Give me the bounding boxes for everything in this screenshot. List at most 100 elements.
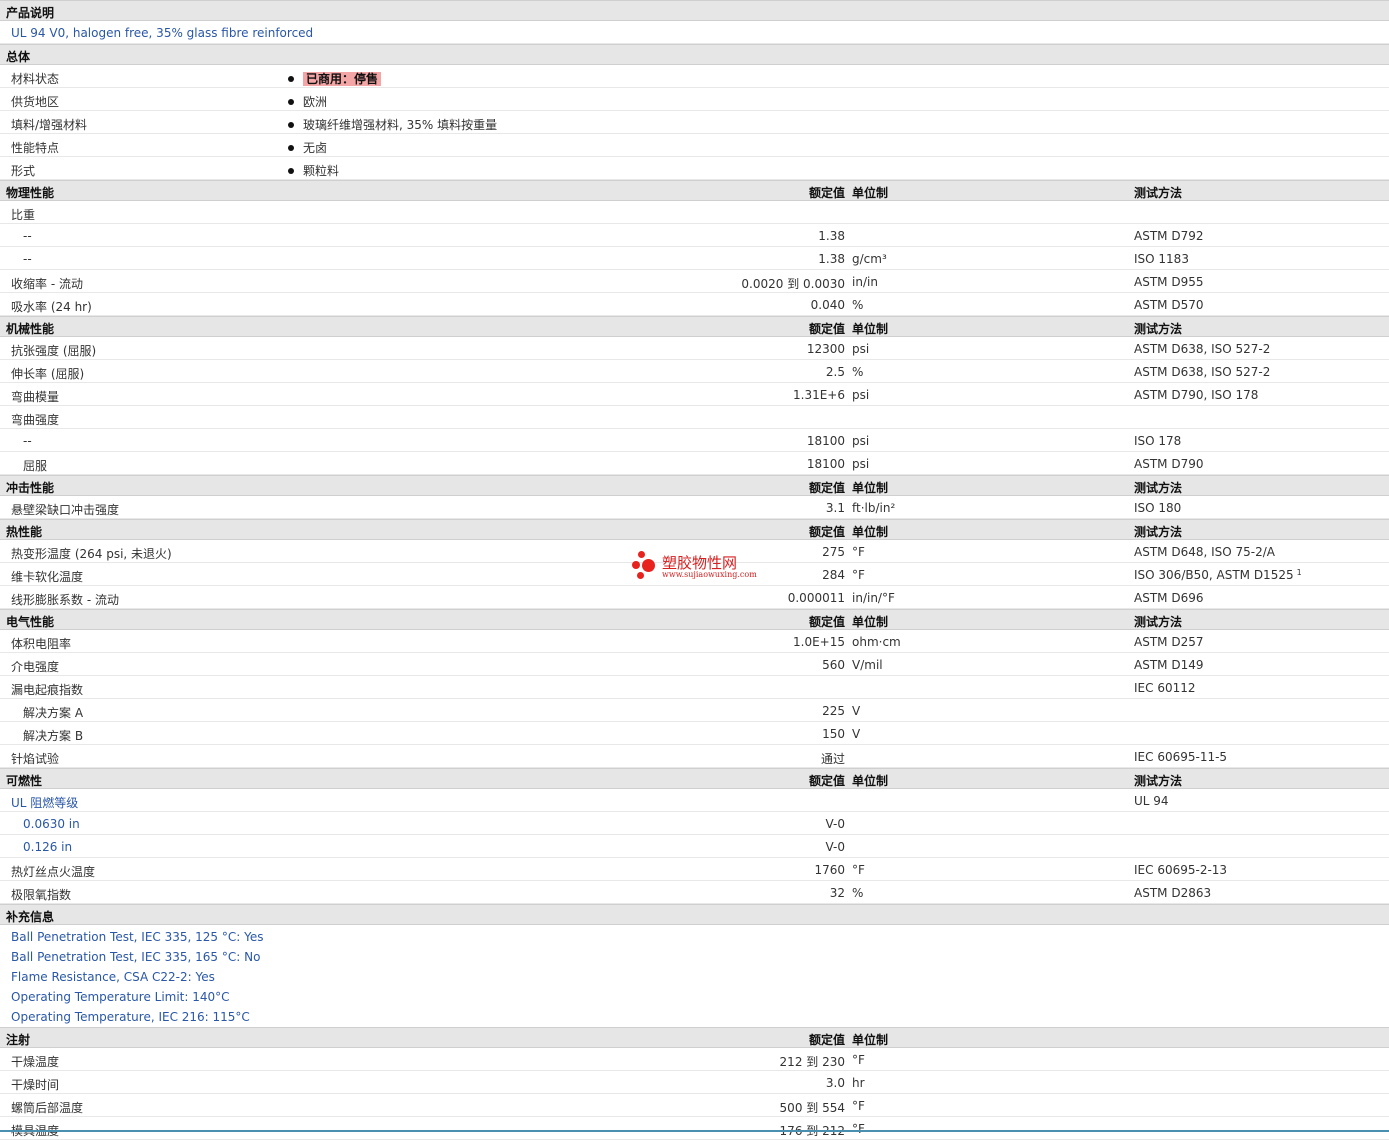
thickness-link[interactable]: 0.0630 in bbox=[23, 817, 80, 831]
column-header-method: 测试方法 bbox=[1134, 615, 1183, 629]
row-value: 无卤 bbox=[303, 141, 328, 155]
column-header-unit: 单位制 bbox=[852, 322, 889, 336]
note-text: Ball Penetration Test, IEC 335, 165 °C: … bbox=[11, 950, 261, 964]
property-row: 干燥时间 3.0 hr bbox=[0, 1071, 1389, 1094]
row-value: 0.040 bbox=[810, 298, 845, 312]
row-method: ISO 178 bbox=[1134, 434, 1182, 448]
row-unit: psi bbox=[852, 434, 870, 448]
note-text: Operating Temperature, IEC 216: 115°C bbox=[11, 1010, 250, 1024]
row-value: 500 到 554 bbox=[779, 1101, 845, 1115]
row-label: 供货地区 bbox=[11, 95, 60, 109]
row-method: IEC 60695-11-5 bbox=[1134, 750, 1228, 764]
watermark-logo: 塑胶物性网 www.sujiaowuxing.com bbox=[632, 551, 772, 583]
row-value: 0.0020 到 0.0030 bbox=[741, 277, 845, 291]
row-label: -- bbox=[23, 252, 32, 266]
row-label: 弯曲强度 bbox=[11, 413, 60, 427]
row-method: ASTM D2863 bbox=[1134, 886, 1212, 900]
row-unit: °F bbox=[852, 1122, 865, 1136]
property-row: 漏电起痕指数 IEC 60112 bbox=[0, 676, 1389, 699]
ul-rating-link[interactable]: UL 阻燃等级 bbox=[11, 794, 78, 811]
column-header-unit: 单位制 bbox=[852, 774, 889, 788]
logo-dot-icon bbox=[638, 551, 645, 558]
row-unit: hr bbox=[852, 1076, 865, 1090]
description-row: UL 94 V0, halogen free, 35% glass fibre … bbox=[0, 21, 1389, 44]
property-row: 屈服 18100 psi ASTM D790 bbox=[0, 452, 1389, 475]
watermark-url: www.sujiaowuxing.com bbox=[662, 570, 757, 579]
status-badge: 已商用：停售 bbox=[303, 72, 382, 86]
row-label: 干燥时间 bbox=[11, 1078, 60, 1092]
row-value: 颗粒料 bbox=[303, 164, 340, 178]
section-title: 机械性能 bbox=[6, 322, 55, 336]
property-row: 0.126 in V-0 bbox=[0, 835, 1389, 858]
property-row: 模具温度 176 到 212 °F bbox=[0, 1117, 1389, 1140]
row-method: ASTM D257 bbox=[1134, 635, 1204, 649]
property-row: 介电强度 560 V/mil ASTM D149 bbox=[0, 653, 1389, 676]
row-value: V-0 bbox=[825, 840, 845, 854]
row-label: 收缩率 - 流动 bbox=[11, 277, 83, 291]
row-label: 性能特点 bbox=[11, 141, 60, 155]
property-row: 吸水率 (24 hr) 0.040 % ASTM D570 bbox=[0, 293, 1389, 316]
row-value: 0.000011 bbox=[787, 591, 845, 605]
note-text: Ball Penetration Test, IEC 335, 125 °C: … bbox=[11, 930, 264, 944]
row-method: ASTM D638, ISO 527-2 bbox=[1134, 342, 1271, 356]
section-header-thermal: 热性能 额定值 单位制 测试方法 bbox=[0, 519, 1389, 540]
row-label: -- bbox=[23, 434, 32, 448]
row-label: 螺筒后部温度 bbox=[11, 1101, 84, 1115]
row-label: 比重 bbox=[11, 208, 36, 222]
section-title: 热性能 bbox=[6, 525, 43, 539]
column-header-method: 测试方法 bbox=[1134, 481, 1183, 495]
row-value: 2.5 bbox=[825, 365, 845, 379]
row-value: 560 bbox=[822, 658, 845, 672]
row-value: 18100 bbox=[806, 434, 845, 448]
method-text: ISO 306/B50, ASTM D1525 bbox=[1134, 568, 1294, 582]
row-value: 欧洲 bbox=[303, 95, 328, 109]
row-unit: °F bbox=[852, 545, 865, 559]
note-line: Ball Penetration Test, IEC 335, 125 °C: … bbox=[0, 927, 1389, 947]
bullet-icon bbox=[288, 99, 294, 105]
property-row: 抗张强度 (屈服) 12300 psi ASTM D638, ISO 527-2 bbox=[0, 337, 1389, 360]
row-value: 32 bbox=[829, 886, 845, 900]
column-header-unit: 单位制 bbox=[852, 615, 889, 629]
property-row: 针焰试验 通过 IEC 60695-11-5 bbox=[0, 745, 1389, 768]
bullet-icon bbox=[288, 76, 294, 82]
row-value: 通过 bbox=[820, 752, 845, 766]
property-row: -- 18100 psi ISO 178 bbox=[0, 429, 1389, 452]
row-label: 解决方案 B bbox=[23, 729, 84, 743]
note-line: Ball Penetration Test, IEC 335, 165 °C: … bbox=[0, 947, 1389, 967]
row-value: 1.0E+15 bbox=[793, 635, 845, 649]
column-header-method: 测试方法 bbox=[1134, 322, 1183, 336]
section-header-general: 总体 bbox=[0, 44, 1389, 65]
row-label: 材料状态 bbox=[11, 72, 60, 86]
column-header-method: 测试方法 bbox=[1134, 186, 1183, 200]
logo-dot-icon bbox=[637, 572, 644, 579]
row-value: 玻璃纤维增强材料, 35% 填料按重量 bbox=[303, 118, 498, 132]
thickness-link[interactable]: 0.126 in bbox=[23, 840, 72, 854]
bullet-icon bbox=[288, 168, 294, 174]
row-method: IEC 60112 bbox=[1134, 681, 1196, 695]
row-unit: psi bbox=[852, 457, 870, 471]
section-title: 补充信息 bbox=[6, 910, 55, 924]
section-title: 物理性能 bbox=[6, 186, 55, 200]
row-value: 3.0 bbox=[825, 1076, 845, 1090]
column-header-value: 额定值 bbox=[808, 186, 845, 200]
row-label: 吸水率 (24 hr) bbox=[11, 300, 92, 314]
note-line: Flame Resistance, CSA C22-2: Yes bbox=[0, 967, 1389, 987]
property-row: -- 1.38 ASTM D792 bbox=[0, 224, 1389, 247]
property-row: 弯曲模量 1.31E+6 psi ASTM D790, ISO 178 bbox=[0, 383, 1389, 406]
section-title: 可燃性 bbox=[6, 774, 43, 788]
row-unit: V bbox=[852, 704, 861, 718]
column-header-value: 额定值 bbox=[808, 525, 845, 539]
property-row: 0.0630 in V-0 bbox=[0, 812, 1389, 835]
column-header-method: 测试方法 bbox=[1134, 774, 1183, 788]
row-method: ASTM D955 bbox=[1134, 275, 1204, 289]
footnote-marker[interactable]: 1 bbox=[1297, 568, 1302, 577]
row-method: ASTM D570 bbox=[1134, 298, 1204, 312]
section-title: 总体 bbox=[6, 50, 31, 64]
column-header-value: 额定值 bbox=[808, 322, 845, 336]
row-method: UL 94 bbox=[1134, 794, 1169, 808]
row-label: 体积电阻率 bbox=[11, 637, 72, 651]
note-line: Operating Temperature Limit: 140°C bbox=[0, 987, 1389, 1007]
section-header-impact: 冲击性能 额定值 单位制 测试方法 bbox=[0, 475, 1389, 496]
row-unit: psi bbox=[852, 342, 870, 356]
section-title: 产品说明 bbox=[6, 6, 55, 20]
